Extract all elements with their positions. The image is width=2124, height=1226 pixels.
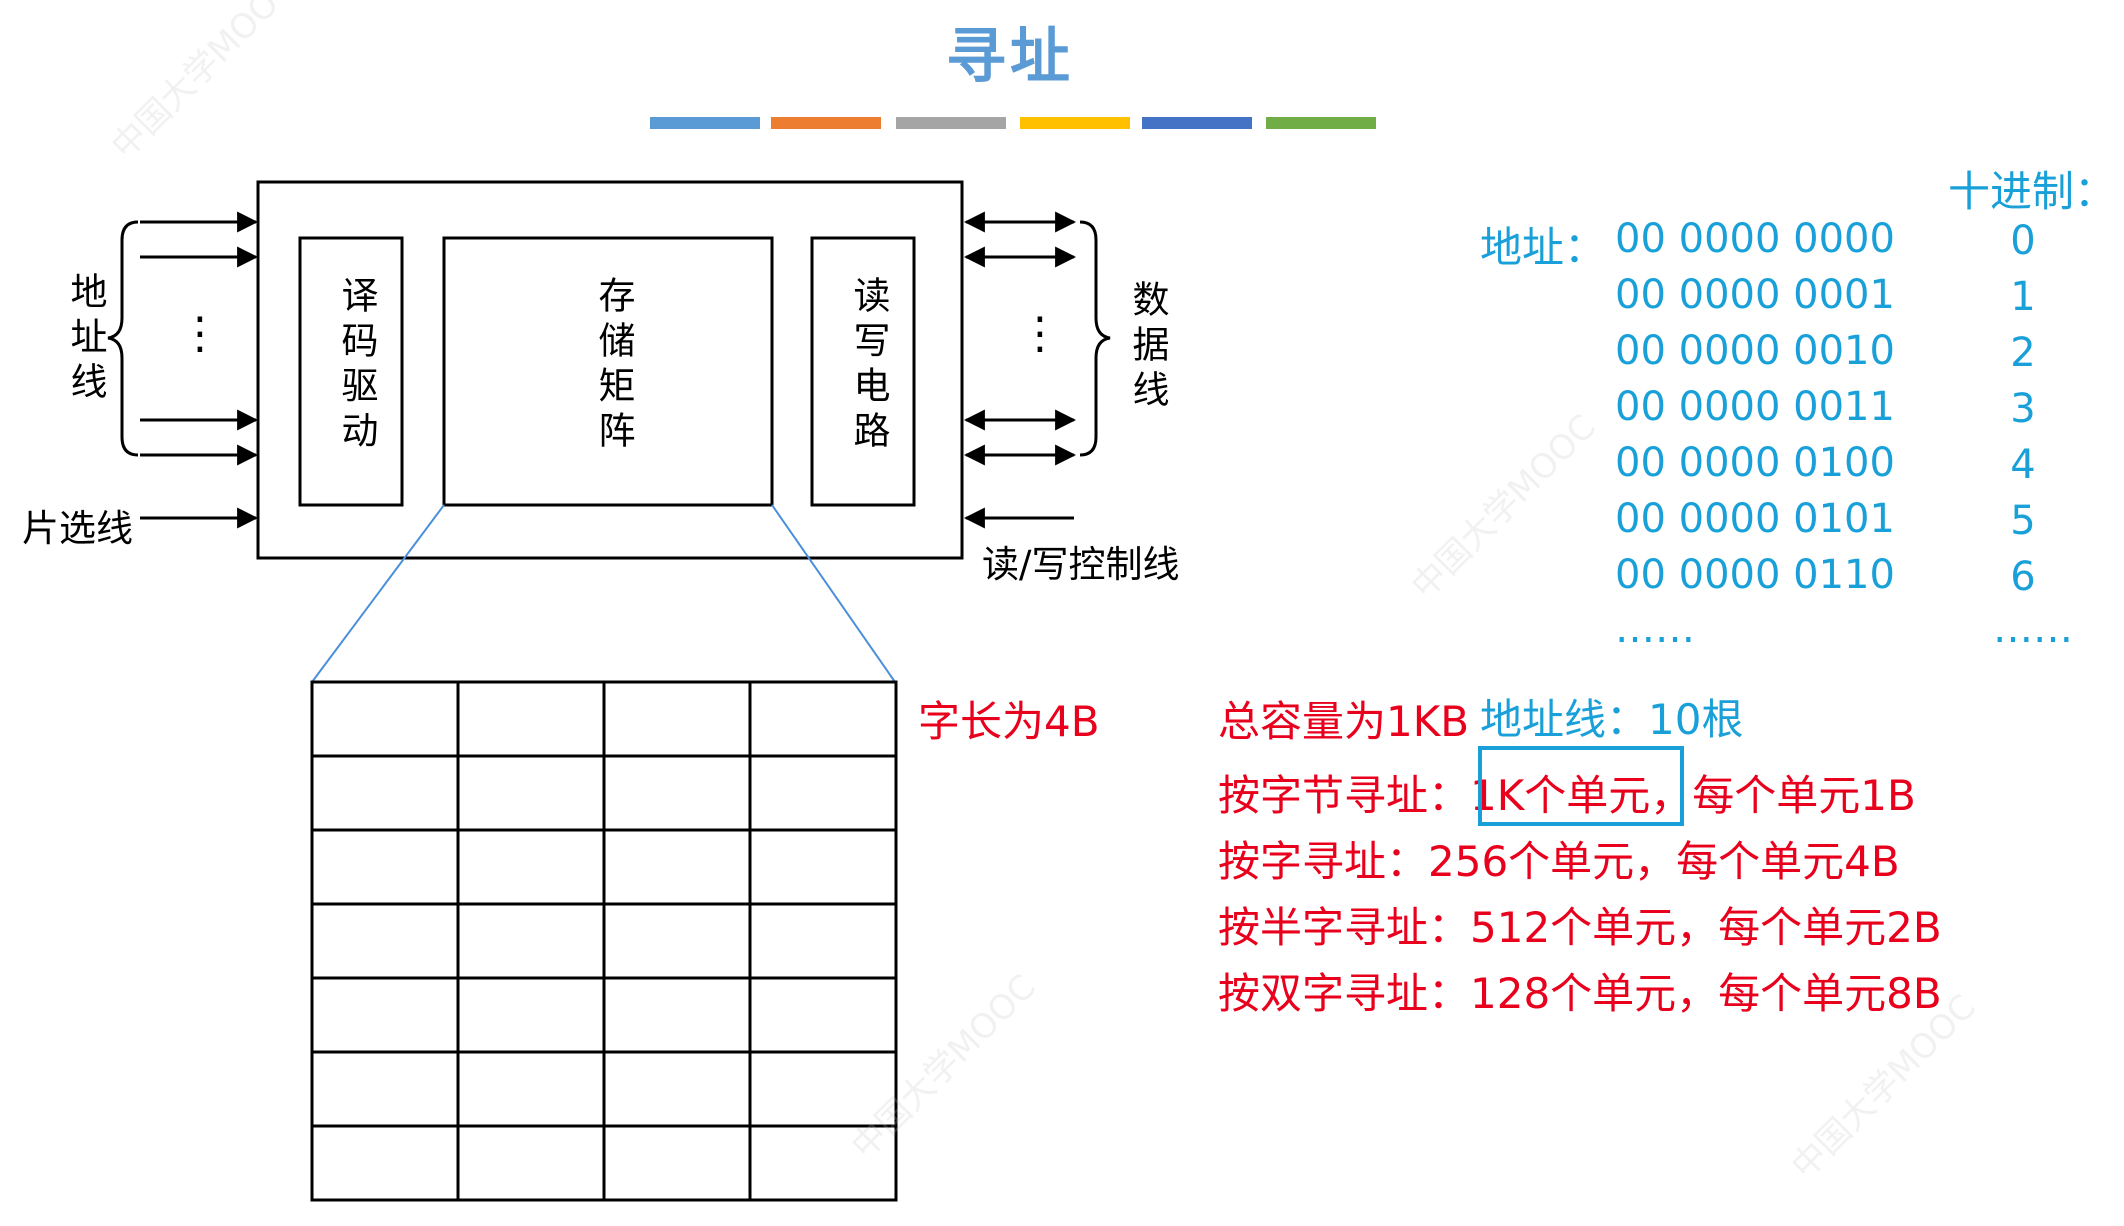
- zoom-line: [771, 504, 896, 683]
- rw-circuit-label: 读写电路: [847, 276, 890, 456]
- data-lines-label: 数据线: [1126, 280, 1169, 415]
- byte-addressing-suffix: ，每个单元1B: [1650, 771, 1916, 820]
- memory-chip-diagram: [107, 180, 1111, 1202]
- address-binary: 00 0000 0100: [1615, 440, 1895, 486]
- memory-cell: [602, 828, 752, 906]
- memory-cell: [602, 680, 752, 758]
- address-decimal: 5: [2010, 498, 2036, 544]
- memory-cell: [310, 976, 460, 1054]
- address-lines-count: 地址线：10根: [1480, 695, 1744, 744]
- memory-cell: [602, 754, 752, 832]
- decimal-more: ……: [1993, 606, 2073, 652]
- address-binary: 00 0000 0001: [1615, 272, 1895, 318]
- address-decimal: 1: [2010, 274, 2036, 320]
- memory-cell: [456, 902, 606, 980]
- address-binary: 00 0000 0010: [1615, 328, 1895, 374]
- memory-cell: [748, 1124, 898, 1202]
- memory-cell: [748, 680, 898, 758]
- memory-cell: [602, 976, 752, 1054]
- zoom-line: [311, 504, 445, 683]
- matrix-label: 存储矩阵: [592, 276, 635, 456]
- address-decimal: 2: [2010, 330, 2036, 376]
- address-ellipsis: ⋮: [178, 308, 222, 359]
- address-brace: [107, 220, 139, 457]
- memory-cell: [456, 1050, 606, 1128]
- word-addressing-line: 按字寻址：256个单元，每个单元4B: [1218, 837, 1900, 886]
- byte-addressing-prefix: 按字节寻址：: [1218, 771, 1471, 820]
- rw-control-label: 读/写控制线: [982, 543, 1180, 586]
- memory-cell: [602, 902, 752, 980]
- memory-cell: [310, 1050, 460, 1128]
- memory-cell: [748, 976, 898, 1054]
- memory-cell: [748, 754, 898, 832]
- memory-cell: [602, 1050, 752, 1128]
- address-binary: 00 0000 0011: [1615, 384, 1895, 430]
- memory-cell: [310, 754, 460, 832]
- memory-cell: [310, 1124, 460, 1202]
- address-more: ……: [1615, 606, 1695, 652]
- memory-cell: [748, 1050, 898, 1128]
- decimal-header: 十进制：: [1948, 167, 2117, 216]
- capacity-text: 总容量为1KB: [1218, 697, 1470, 746]
- address-decimal: 0: [2010, 218, 2036, 264]
- memory-cell: [748, 902, 898, 980]
- memory-cell: [456, 1124, 606, 1202]
- address-binary: 00 0000 0101: [1615, 496, 1895, 542]
- units-highlight-box: [1478, 746, 1684, 826]
- address-decimal: 6: [2010, 554, 2036, 600]
- address-lines-label: 地址线: [64, 272, 107, 407]
- decoder-label: 译码驱动: [335, 276, 378, 456]
- memory-cell: [456, 680, 606, 758]
- memory-cell: [456, 754, 606, 832]
- word-length-note: 字长为4B: [918, 697, 1100, 746]
- memory-cell: [456, 976, 606, 1054]
- address-binary: 00 0000 0000: [1615, 216, 1895, 262]
- memory-cell: [310, 902, 460, 980]
- memory-cell: [602, 1124, 752, 1202]
- doubleword-addressing-line: 按双字寻址：128个单元，每个单元8B: [1218, 969, 1942, 1018]
- memory-cell: [748, 828, 898, 906]
- memory-grid: [310, 680, 898, 1202]
- address-decimal: 3: [2010, 386, 2036, 432]
- memory-cell: [310, 680, 460, 758]
- address-label: 地址：: [1480, 223, 1607, 272]
- address-binary: 00 0000 0110: [1615, 552, 1895, 598]
- data-brace: [1079, 220, 1111, 457]
- memory-cell: [456, 828, 606, 906]
- halfword-addressing-line: 按半字寻址：512个单元，每个单元2B: [1218, 903, 1942, 952]
- memory-cell: [310, 828, 460, 906]
- data-ellipsis: ⋮: [1018, 308, 1062, 359]
- chip-select-label: 片选线: [22, 507, 133, 550]
- address-decimal: 4: [2010, 442, 2036, 488]
